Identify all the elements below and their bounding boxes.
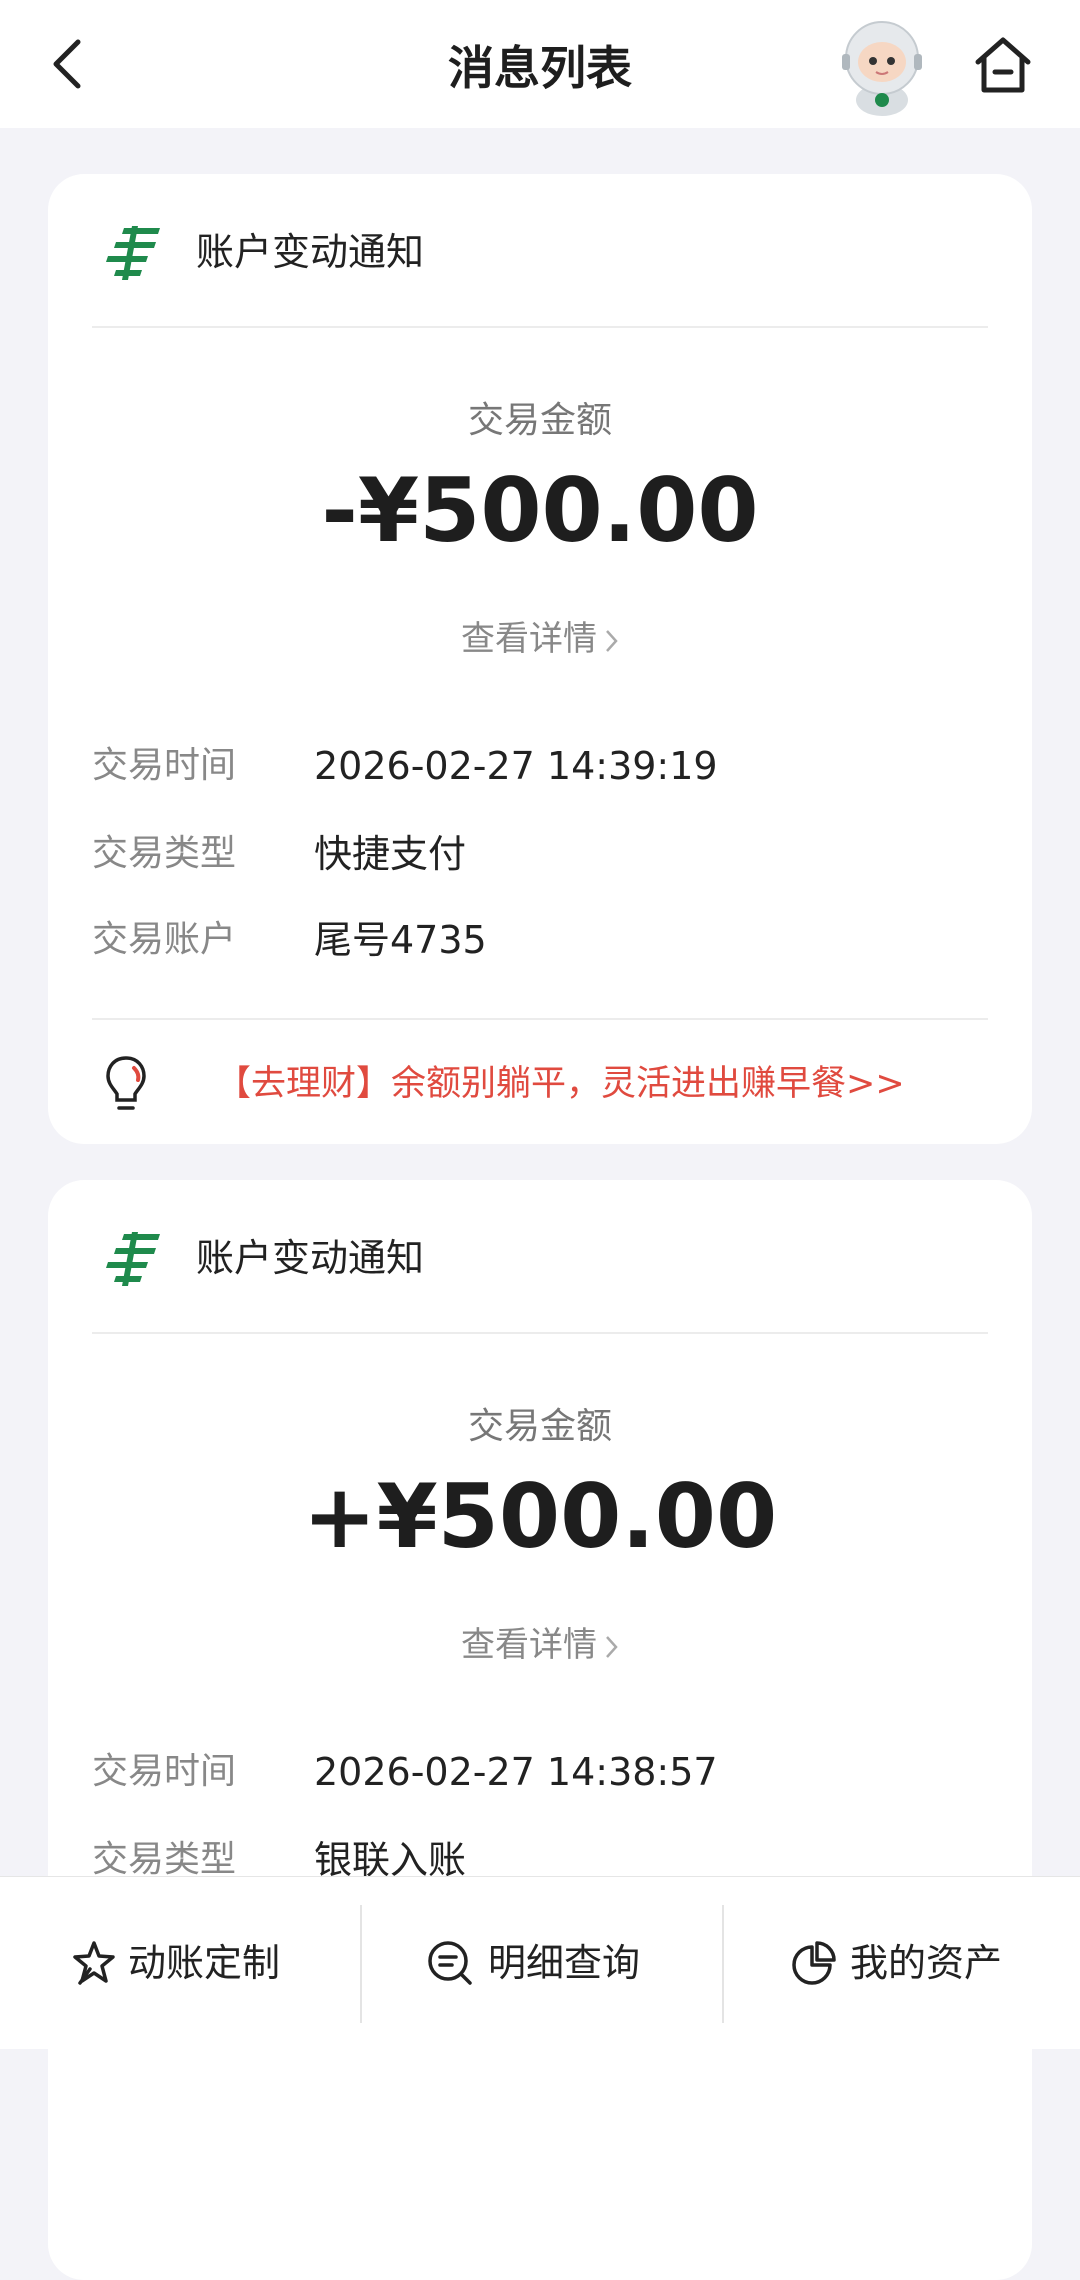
view-details-link[interactable]: 查看详情 <box>48 1620 1032 1670</box>
card-header: 账户变动通知 <box>48 1180 1032 1334</box>
assistant-button[interactable] <box>832 14 932 118</box>
view-details-link[interactable]: 查看详情 <box>48 614 1032 664</box>
chevron-right-icon <box>606 1635 618 1658</box>
robot-assistant-icon <box>842 21 922 116</box>
card-title: 账户变动通知 <box>196 1236 425 1280</box>
card-title: 账户变动通知 <box>196 230 425 274</box>
info-row-account: 交易账户 尾号4735 <box>92 912 992 968</box>
card-header: 账户变动通知 <box>48 174 1032 328</box>
amount-label: 交易金额 <box>467 1406 612 1447</box>
lightbulb-icon <box>106 1056 146 1110</box>
promo-text: 【去理财】余额别躺平，灵活进出赚早餐>> <box>216 1064 905 1104</box>
top-bar: 消息列表 <box>0 0 1080 128</box>
nav-item-my-assets[interactable]: 我的资产 <box>720 1877 1080 2049</box>
search-list-icon <box>428 1941 472 1985</box>
home-icon <box>975 37 1031 93</box>
info-value: 尾号4735 <box>314 918 487 962</box>
divider <box>92 1018 988 1020</box>
postal-bank-logo-icon <box>106 226 160 280</box>
info-label: 交易账户 <box>92 919 237 960</box>
info-row-time: 交易时间 2026-02-27 14:38:57 <box>92 1744 992 1800</box>
nav-item-custom-alerts[interactable]: 动账定制 <box>0 1877 360 2049</box>
home-button[interactable] <box>968 30 1038 100</box>
info-row-type: 交易类型 快捷支付 <box>92 826 992 882</box>
info-row-time: 交易时间 2026-02-27 14:39:19 <box>92 738 992 794</box>
nav-item-detail-query[interactable]: 明细查询 <box>360 1877 720 2049</box>
info-value: 快捷支付 <box>314 832 467 876</box>
nav-label: 明细查询 <box>488 1941 641 1985</box>
divider <box>92 326 988 328</box>
info-label: 交易时间 <box>92 1751 237 1792</box>
message-card[interactable]: 账户变动通知 交易金额 +¥500.00 查看详情 交易时间 2026-02-2… <box>48 1180 1032 2280</box>
amount-label: 交易金额 <box>467 400 612 441</box>
info-label: 交易时间 <box>92 745 237 786</box>
view-details-label: 查看详情 <box>461 1625 597 1665</box>
promo-banner[interactable]: 【去理财】余额别躺平，灵活进出赚早餐>> <box>92 1050 992 1120</box>
nav-label: 动账定制 <box>128 1941 281 1985</box>
star-badge-icon <box>73 1941 115 1985</box>
postal-bank-logo-icon <box>106 1232 160 1286</box>
info-label: 交易类型 <box>92 833 237 874</box>
divider <box>92 1332 988 1334</box>
transaction-amount: +¥500.00 <box>302 1465 778 1568</box>
nav-label: 我的资产 <box>850 1941 1003 1985</box>
info-value: 2026-02-27 14:38:57 <box>314 1750 718 1794</box>
chevron-right-icon <box>606 629 618 652</box>
pie-chart-icon <box>792 1941 836 1985</box>
transaction-amount: -¥500.00 <box>321 459 759 562</box>
info-value: 2026-02-27 14:39:19 <box>314 744 718 788</box>
bottom-nav: 动账定制 明细查询 我的资产 <box>0 1876 1080 2049</box>
view-details-label: 查看详情 <box>461 619 597 659</box>
message-card[interactable]: 账户变动通知 交易金额 -¥500.00 查看详情 交易时间 2026-02-2… <box>48 174 1032 1144</box>
